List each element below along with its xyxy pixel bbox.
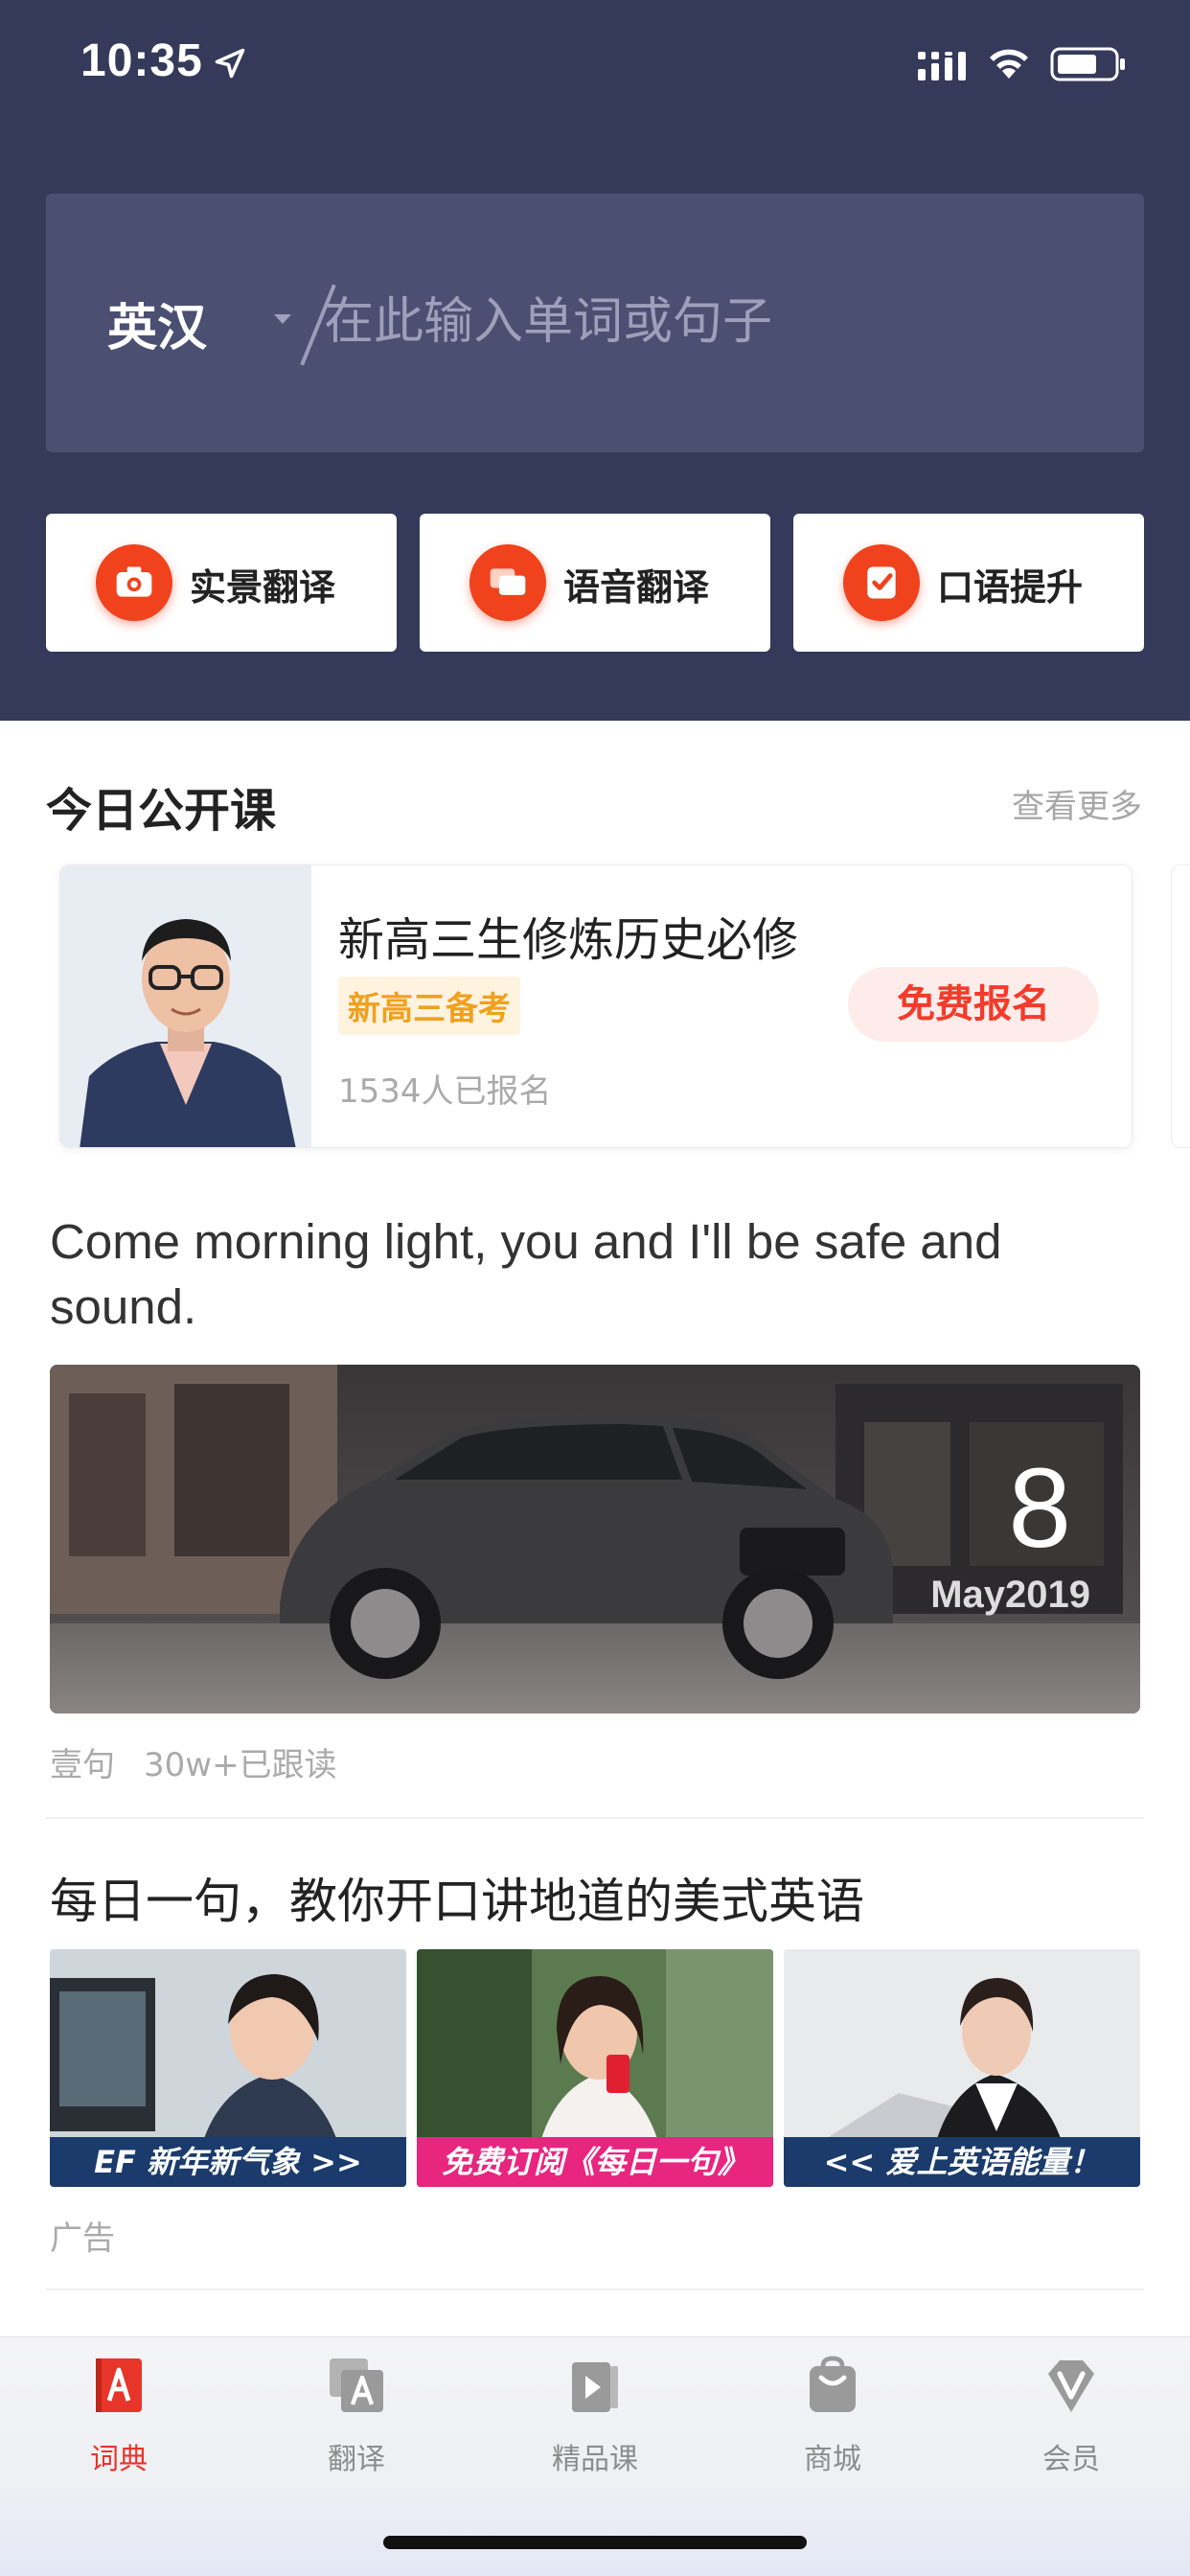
course-icon [572,2362,618,2412]
tab-label: 精品课 [552,2443,638,2476]
cellular-signal-icon [918,52,966,80]
tab-dictionary[interactable]: 词典 [23,2355,215,2489]
open-class-title: 今日公开课 [46,784,277,838]
home-indicator[interactable] [383,2536,807,2549]
scene-translate-button[interactable]: 实景翻译 [46,514,397,652]
ad-tile-ef[interactable]: EF 新年新气象 >> [50,1949,406,2187]
feature-label: 实景翻译 [190,566,336,609]
feature-label: 口语提升 [937,566,1084,609]
translate-icon [330,2358,383,2412]
enrollment-count: 1534人已报名 [338,1072,552,1111]
tab-label: 会员 [1042,2443,1100,2476]
tab-vip[interactable]: 会员 [975,2355,1167,2489]
course-tag: 新高三备考 [338,977,520,1035]
course-card[interactable]: 新高三生修炼历史必修 新高三备考 1534人已报名 免费报名 [59,864,1133,1148]
status-time: 10:35 [80,35,203,86]
section-divider [46,1817,1144,1819]
ad-caption: 免费订阅《每日一句》 [417,2137,773,2187]
shop-icon [810,2356,856,2412]
location-arrow-icon [215,48,245,79]
course-title: 新高三生修炼历史必修 [338,913,799,967]
camera-icon [96,544,172,621]
search-box[interactable]: 英汉 [46,194,1144,452]
search-input[interactable] [324,284,1071,360]
vip-icon [1048,2360,1094,2412]
speaking-icon [843,544,920,621]
sentence-source: 壹句 [50,1746,115,1784]
date-month: May2019 [930,1574,1090,1616]
feature-label: 语音翻译 [563,566,710,609]
dictionary-icon [96,2358,142,2412]
teacher-photo [60,865,311,1147]
ad-tile-subscribe[interactable]: 免费订阅《每日一句》 [417,1949,773,2187]
wifi-icon [990,49,1028,79]
daily-quote[interactable]: Come morning light, you and I'll be safe… [50,1209,1008,1340]
tab-translate[interactable]: 翻译 [261,2355,452,2489]
voice-translate-button[interactable]: 语音翻译 [420,514,770,652]
chat-icon [469,544,546,621]
tab-label: 商城 [804,2443,861,2476]
tab-label: 词典 [90,2443,148,2476]
tab-courses[interactable]: 精品课 [499,2355,691,2489]
tab-shop[interactable]: 商城 [737,2355,928,2489]
ad-label: 广告 [50,2220,115,2258]
oral-improve-button[interactable]: 口语提升 [793,514,1144,652]
daily-sentence-image[interactable]: 8 May2019 [50,1365,1140,1714]
free-signup-button[interactable]: 免费报名 [848,967,1099,1042]
ad-caption: << 爱上英语能量！ [784,2137,1140,2187]
section-divider [46,2288,1144,2290]
language-selector[interactable]: 英汉 [107,288,207,359]
header: 10:35 英汉 实景翻译 语音翻译 [0,0,1190,721]
ad-title[interactable]: 每日一句，教你开口讲地道的美式英语 [50,1863,864,1932]
next-course-card-peek[interactable] [1171,864,1190,1148]
status-bar: 10:35 [0,0,1190,128]
ad-tile-energy[interactable]: << 爱上英语能量！ [784,1949,1140,2187]
ad-caption: EF 新年新气象 >> [50,2137,406,2187]
read-count: 30w+已跟读 [144,1746,337,1784]
battery-icon [1050,47,1125,81]
tab-label: 翻译 [328,2443,385,2476]
see-more-link[interactable]: 查看更多 [1012,780,1142,827]
date-day: 8 [1008,1445,1071,1572]
caret-down-icon[interactable] [274,314,291,324]
